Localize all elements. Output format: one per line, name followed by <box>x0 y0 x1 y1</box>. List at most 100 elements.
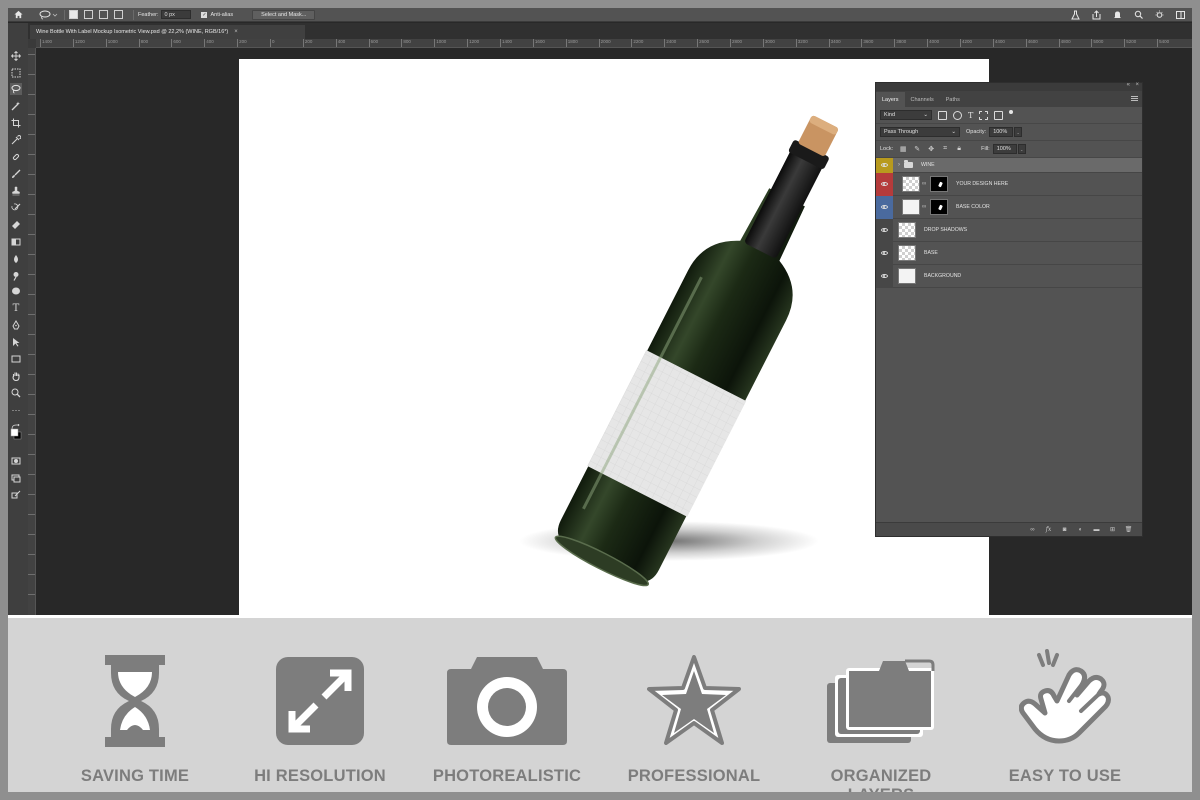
marquee-tool-icon[interactable] <box>10 67 22 79</box>
home-icon[interactable] <box>12 9 24 21</box>
lock-image-icon[interactable]: ✎ <box>913 145 921 153</box>
add-mask-icon[interactable]: ◙ <box>1061 526 1068 533</box>
rectangle-tool-icon[interactable] <box>10 353 22 365</box>
panel-menu-icon[interactable] <box>1131 96 1138 101</box>
ruler-tick-label: 3000 <box>762 39 775 47</box>
filter-shape-icon[interactable] <box>979 110 989 120</box>
filter-pixel-icon[interactable] <box>938 110 947 120</box>
healing-brush-icon[interactable] <box>10 151 22 163</box>
tab-channels[interactable]: Channels <box>905 92 940 107</box>
link-chain-icon[interactable]: ∞ <box>922 181 928 187</box>
ruler-tick-label: 1200 <box>467 39 480 47</box>
pen-tool-icon[interactable] <box>10 319 22 331</box>
link-chain-icon[interactable]: ∞ <box>922 204 928 210</box>
visibility-eye-icon[interactable] <box>876 172 893 196</box>
ruler-tick-mark <box>28 474 35 475</box>
move-tool-icon[interactable] <box>10 50 22 62</box>
subtract-selection-button[interactable] <box>99 10 108 19</box>
color-swatches-icon[interactable] <box>10 428 22 440</box>
ruler-tick-label: 2600 <box>697 39 710 47</box>
layer-name: BASE <box>924 250 938 256</box>
layer-row-base[interactable]: BASE <box>876 241 1142 265</box>
tab-paths[interactable]: Paths <box>940 92 966 107</box>
quick-mask-icon[interactable] <box>10 455 22 467</box>
layer-row-wine[interactable]: › WINE <box>876 157 1142 173</box>
type-tool-icon[interactable]: T <box>10 302 22 314</box>
link-layers-icon[interactable]: ∞ <box>1029 526 1036 533</box>
visibility-eye-icon[interactable] <box>876 264 893 288</box>
eraser-icon[interactable] <box>10 219 22 231</box>
blur-tool-icon[interactable] <box>10 253 22 265</box>
dodge-tool-icon[interactable] <box>10 270 22 282</box>
feather-input[interactable]: 0 px <box>161 10 192 19</box>
lock-all-icon[interactable]: 🔒︎ <box>955 145 963 153</box>
layer-row-your-design-here[interactable]: ∞ YOUR DESIGN HERE <box>876 172 1142 196</box>
flask-icon[interactable] <box>1070 9 1081 21</box>
hand-tool-icon[interactable] <box>10 370 22 382</box>
layer-row-background[interactable]: BACKGROUND <box>876 264 1142 288</box>
visibility-eye-icon[interactable] <box>876 218 893 242</box>
lock-position-icon[interactable]: ✥ <box>927 145 935 153</box>
fill-input[interactable]: 100% <box>992 144 1017 154</box>
new-group-icon[interactable]: ▬ <box>1093 526 1100 533</box>
new-layer-icon[interactable]: ⊞ <box>1109 526 1116 533</box>
lasso-tool-icon[interactable] <box>38 9 60 21</box>
adjustment-layer-icon[interactable]: ◐ <box>1077 526 1084 533</box>
crop-tool-icon[interactable] <box>10 117 22 129</box>
visibility-eye-icon[interactable] <box>876 195 893 219</box>
document-tab[interactable]: Wine Bottle With Label Mockup Isometric … <box>30 25 305 39</box>
visibility-eye-icon[interactable] <box>876 241 893 265</box>
lock-artboard-icon[interactable]: ⌗ <box>941 145 949 153</box>
ruler-tick-label: 5000 <box>1091 39 1104 47</box>
select-and-mask-button[interactable]: Select and Mask... <box>252 9 316 20</box>
eyedropper-icon[interactable] <box>10 134 22 146</box>
lightbulb-icon[interactable] <box>1154 9 1165 21</box>
brush-tool-icon[interactable] <box>10 168 22 180</box>
layer-thumbnail <box>902 176 920 192</box>
layer-row-base-color[interactable]: ∞ BASE COLOR <box>876 195 1142 219</box>
path-selection-icon[interactable] <box>10 336 22 348</box>
more-tools-icon[interactable]: ··· <box>10 404 22 416</box>
gradient-tool-icon[interactable] <box>10 236 22 248</box>
filter-adjustment-icon[interactable] <box>953 110 962 120</box>
filter-kind-dropdown[interactable]: Kind ⌄ <box>880 110 932 120</box>
ruler-tick-label: 4800 <box>1058 39 1071 47</box>
antialias-checkbox[interactable]: ✓ <box>201 11 208 18</box>
edit-toolbar-icon[interactable] <box>10 489 22 501</box>
screen-mode-icon[interactable] <box>10 472 22 484</box>
fill-slider-button[interactable]: ⌄ <box>1017 144 1026 154</box>
fx-icon[interactable]: fx <box>1045 526 1052 533</box>
history-brush-icon[interactable] <box>10 202 22 214</box>
expand-arrow-icon[interactable]: › <box>898 162 900 168</box>
magic-wand-icon[interactable] <box>10 100 22 112</box>
filter-smart-object-icon[interactable] <box>994 110 1004 120</box>
filter-toggle-icon[interactable] <box>1009 110 1014 114</box>
search-icon[interactable] <box>1133 9 1144 21</box>
opacity-slider-button[interactable]: ⌄ <box>1014 127 1023 137</box>
feature-label: HI RESOLUTION <box>254 767 386 785</box>
opacity-input[interactable]: 100% <box>989 127 1014 137</box>
blend-mode-dropdown[interactable]: Pass Through ⌄ <box>880 127 960 137</box>
ruler-tick-mark <box>28 94 35 95</box>
bell-icon[interactable] <box>1112 9 1123 21</box>
new-selection-button[interactable] <box>69 10 78 19</box>
trash-icon[interactable]: 🗑︎ <box>1125 526 1133 533</box>
tab-layers[interactable]: Layers <box>876 92 905 107</box>
collapse-panel-icon[interactable]: « <box>1127 82 1130 88</box>
lock-transparent-icon[interactable]: ▦ <box>899 145 907 153</box>
panel-layout-icon[interactable] <box>1175 9 1186 21</box>
feature-photorealistic: PHOTOREALISTIC <box>422 655 592 785</box>
visibility-eye-icon[interactable] <box>876 157 893 173</box>
close-tab-icon[interactable]: × <box>234 29 238 35</box>
sponge-icon[interactable] <box>10 285 22 297</box>
chevron-down-icon: ⌄ <box>923 112 928 118</box>
filter-type-icon[interactable]: T <box>968 111 973 120</box>
close-panel-icon[interactable]: × <box>1135 82 1139 88</box>
share-icon[interactable] <box>1091 9 1102 21</box>
add-selection-button[interactable] <box>84 10 93 19</box>
zoom-tool-icon[interactable] <box>10 387 22 399</box>
layer-row-drop-shadows[interactable]: DROP SHADOWS <box>876 218 1142 242</box>
lasso-tool-active-icon[interactable] <box>10 83 22 95</box>
clone-stamp-icon[interactable] <box>10 185 22 197</box>
intersect-selection-button[interactable] <box>114 10 123 19</box>
